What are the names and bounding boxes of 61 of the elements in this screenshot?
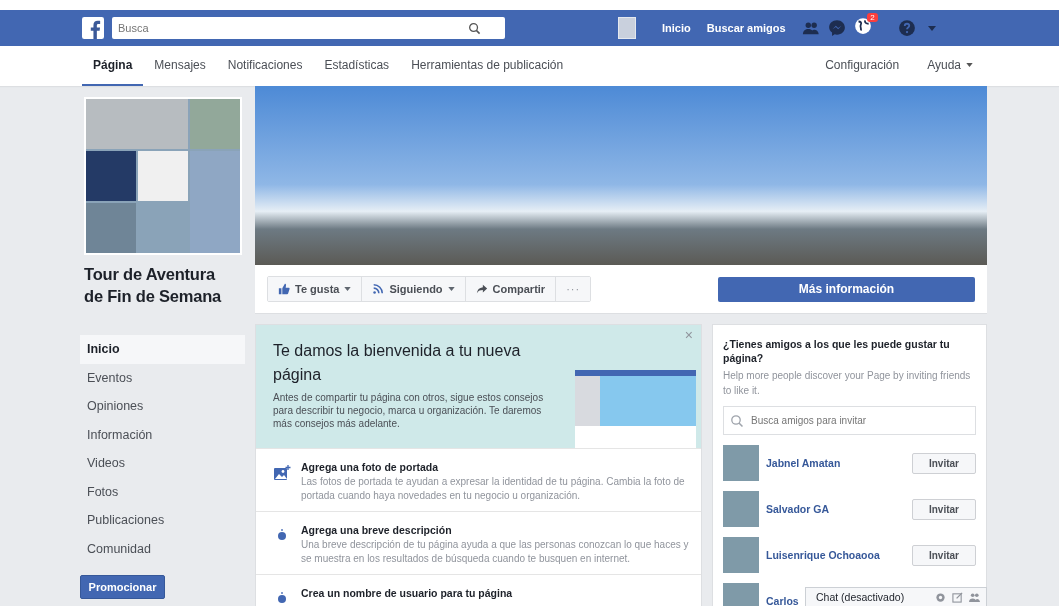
sidebar-item[interactable]: Videos [80,449,245,478]
invite-button[interactable]: Invitar [912,498,976,520]
friend-search-field[interactable]: Busca amigos para invitar [749,414,969,427]
photo-icon [273,465,291,481]
sidebar-item[interactable]: Publicaciones [80,506,245,535]
page-name: Tour de Aventura de Fin de Semana [84,264,223,307]
chat-label: Chat (desactivado) [816,591,906,603]
sidebar-item[interactable]: Eventos [80,363,245,392]
nav-tab[interactable]: Mensajes [143,46,217,86]
friend-name[interactable]: Jabnel Amatan [766,457,841,469]
sidebar-item[interactable]: Información [80,420,245,449]
profile-photo-placeholder[interactable] [84,97,242,255]
nav-tab[interactable]: Notificaciones [216,46,314,86]
action-button[interactable]: Te gusta [268,277,363,301]
search-bar[interactable]: Busca [112,17,505,39]
caret-icon [966,63,973,67]
action-button[interactable]: Compartir [465,277,557,301]
sidebar-item[interactable]: Comunidad [80,534,245,563]
edit-icon[interactable] [952,591,963,603]
messenger-icon[interactable] [827,19,846,37]
promote-button[interactable]: Promocionar [80,575,165,599]
welcome-title: Te damos la bienvenida a tu nueva página [273,341,522,385]
gear-icon[interactable] [935,591,946,603]
people-icon[interactable] [969,591,980,603]
chat-bar[interactable]: Chat (desactivado) [805,587,987,606]
more-info-button[interactable]: Más información [718,276,975,302]
nav-tab[interactable]: Página [82,46,144,86]
caret-icon[interactable] [927,25,936,31]
invite-button[interactable]: Invitar [912,452,976,474]
nav-tab[interactable]: Herramientas de publicación [400,46,575,86]
header-link[interactable]: Buscar amigos [698,22,794,34]
sidebar-item[interactable]: Fotos [80,477,245,506]
task-title[interactable]: Agrega una foto de portada [301,461,689,473]
action-button[interactable]: Siguiendo [362,277,466,301]
nav-link[interactable]: Configuración [811,46,914,86]
friend-name[interactable]: Salvador GA [766,503,830,515]
help-icon[interactable] [897,19,916,37]
share-arrow-icon [475,283,488,295]
task-description: Las fotos de portada te ayudan a expresar la identidad de tu página. Cambia la foto de portada cuando haya novedades en tu negocio u organización. [301,475,686,503]
friend-name[interactable]: Luisenrique Ochoaooa [766,549,880,561]
sidebar-item[interactable]: Inicio [80,335,245,364]
search-icon[interactable] [468,21,481,35]
nav-tab[interactable]: Estadísticas [313,46,401,86]
rss-icon [372,283,385,295]
logo-icon[interactable] [82,17,104,39]
invite-text: Help more people discover your Page by inviting friends to like it. [723,369,972,398]
task-title[interactable]: Crea un nombre de usuario para tu página [301,587,513,599]
header-link[interactable]: Inicio [654,22,699,34]
task-description: Una breve descripción de tu página ayuda a que las personas conozcan lo que haces y se muestra en los resultados de búsqueda cuando te busquen en internet. [301,538,689,566]
thumbs-up-icon [278,283,290,295]
nav-link[interactable]: Ayuda [913,46,987,86]
task-title[interactable]: Agrega una breve descripción [301,524,689,536]
friend-name[interactable]: Carlos [766,595,799,606]
search-icon [730,413,744,428]
invite-title: ¿Tienes amigos a los que les puede gustar tu página? [723,337,951,365]
search-field[interactable]: Busca [112,22,458,34]
notification-badge: 2 [867,13,878,22]
welcome-text: Antes de compartir tu página con otros, sigue estos consejos para describir tu negocio, marca u organización. Te daremos más consejos más adelante. [273,391,545,430]
invite-button[interactable]: Invitar [912,544,976,566]
sidebar-item[interactable]: Opiniones [80,392,245,421]
friend-search-bar[interactable]: Busca amigos para invitar [723,406,976,435]
